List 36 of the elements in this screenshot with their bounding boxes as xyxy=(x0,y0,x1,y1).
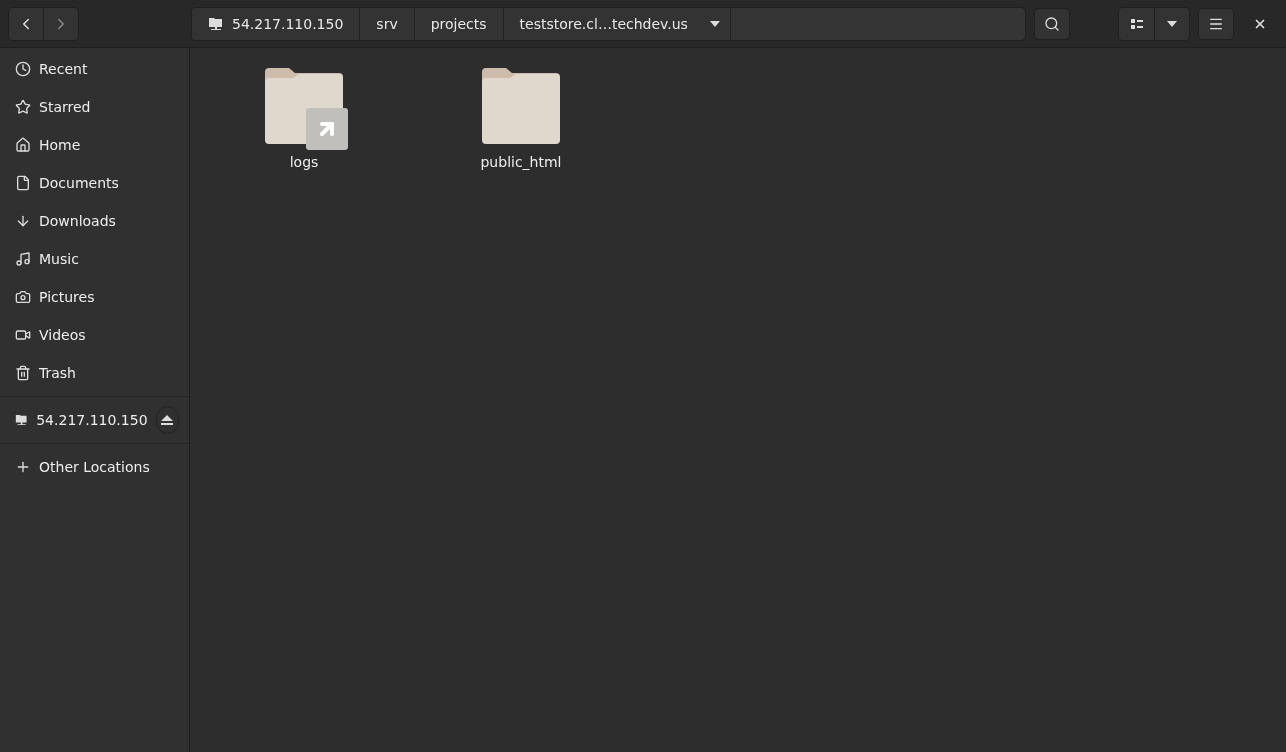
place-icon xyxy=(15,213,31,229)
file-name[interactable]: public_html xyxy=(480,154,562,170)
sidebar-item[interactable]: Documents xyxy=(0,164,189,202)
caret-icon xyxy=(709,20,720,27)
search-icon[interactable] xyxy=(1044,15,1060,32)
folder-icon[interactable] xyxy=(482,66,560,144)
sidebar-item[interactable]: 54.217.110.150 xyxy=(0,401,189,439)
place-icon xyxy=(15,289,31,305)
sidebar-item[interactable]: Music xyxy=(0,240,189,278)
place-icon xyxy=(15,365,31,381)
place-icon xyxy=(15,251,31,267)
path-button[interactable]: 54.217.110.150 xyxy=(192,7,361,40)
sidebar-item[interactable]: Videos xyxy=(0,316,189,354)
eject-icon[interactable] xyxy=(161,415,174,425)
menu-button[interactable] xyxy=(1198,7,1234,40)
place-icon xyxy=(15,99,31,115)
sidebar-item[interactable]: Recent xyxy=(0,50,189,88)
sidebar-item[interactable]: Home xyxy=(0,126,189,164)
place-icon xyxy=(15,327,31,343)
place-icon xyxy=(15,137,31,153)
sidebar-item[interactable]: Starred xyxy=(0,88,189,126)
sidebar-item[interactable]: Other Locations xyxy=(0,448,189,486)
view-options-button[interactable] xyxy=(1155,7,1189,40)
sidebar-item[interactable]: Trash xyxy=(0,354,189,392)
caret-icon xyxy=(1167,20,1177,27)
network-drive-icon xyxy=(15,412,29,428)
view-button[interactable] xyxy=(1119,7,1155,40)
file-name[interactable]: logs xyxy=(289,154,319,170)
network-drive-icon xyxy=(208,15,224,32)
plus-icon xyxy=(15,459,31,475)
place-icon xyxy=(15,61,31,77)
sidebar-item[interactable]: Pictures xyxy=(0,278,189,316)
search-button[interactable] xyxy=(1034,7,1070,40)
list-view-icon xyxy=(1130,18,1143,29)
sidebar-item[interactable]: Downloads xyxy=(0,202,189,240)
place-icon xyxy=(15,175,31,191)
